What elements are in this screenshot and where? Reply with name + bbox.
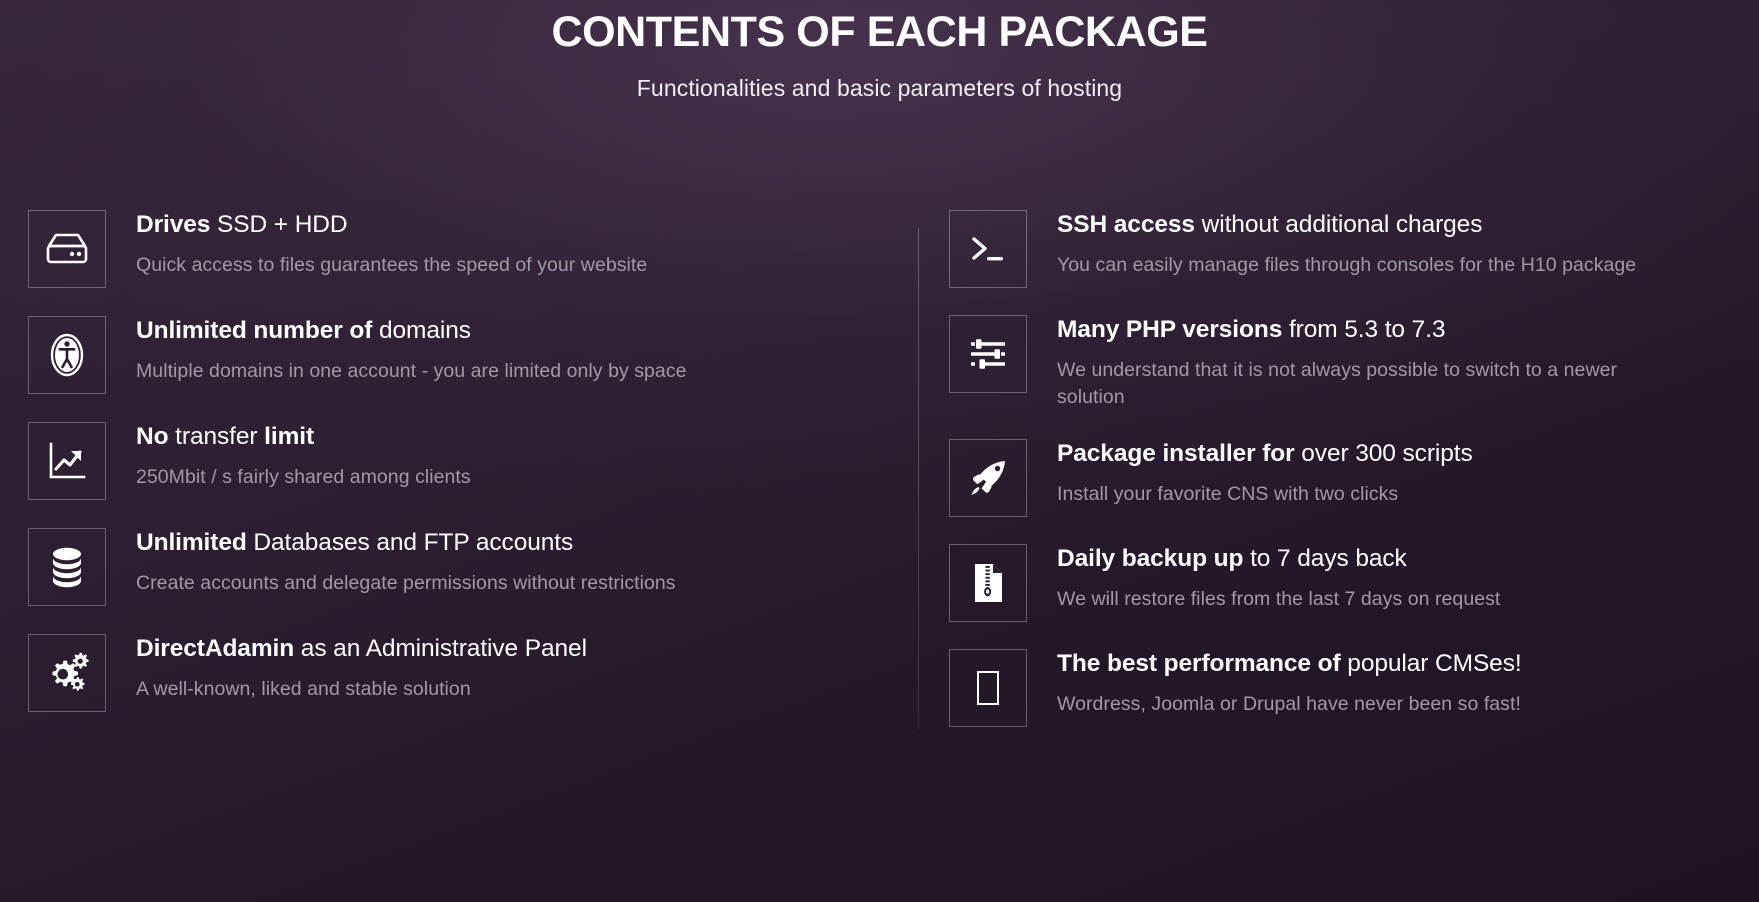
package-contents-page: CONTENTS OF EACH PACKAGE Functionalities… [0, 0, 1759, 902]
feature-title-rest: without additional charges [1194, 210, 1483, 238]
database-icon [28, 527, 106, 606]
feature-title: Drives SSD + HDD [136, 210, 647, 241]
feature-text: Unlimited Databases and FTP accounts Cre… [106, 524, 676, 598]
feature-title: DirectAdamin as an Administrative Panel [136, 634, 587, 665]
feature-ssh-access: SSH access without additional charges Yo… [949, 206, 1759, 288]
feature-description: Create accounts and delegate permissions… [136, 571, 676, 594]
feature-best-performance: The best performance of popular CMSes! W… [949, 645, 1759, 728]
hard-drive-icon [28, 209, 106, 288]
feature-title: SSH access without additional charges [1057, 210, 1636, 241]
feature-title-rest: as an Administrative Panel [294, 634, 587, 662]
feature-package-installer: Package installer for over 300 scripts I… [949, 435, 1759, 518]
feature-title-rest: to 7 days back [1243, 545, 1407, 573]
right-feature-column: SSH access without additional charges Yo… [905, 206, 1759, 750]
terminal-prompt-icon [949, 209, 1027, 288]
feature-databases-ftp: Unlimited Databases and FTP accounts Cre… [28, 524, 905, 606]
tofu-box [977, 671, 999, 706]
feature-description: You can easily manage files through cons… [1057, 253, 1637, 276]
feature-text: Daily backup up to 7 days back We will r… [1027, 540, 1500, 614]
feature-description: Multiple domains in one account - you ar… [136, 359, 687, 382]
feature-title-bold: No [136, 422, 169, 450]
feature-text: Unlimited number of domains Multiple dom… [106, 312, 687, 386]
feature-title: The best performance of popular CMSes! [1057, 649, 1522, 680]
feature-description: Install your favorite CNS with two click… [1057, 482, 1399, 505]
feature-title-bold-2: limit [264, 422, 315, 450]
feature-daily-backup: Daily backup up to 7 days back We will r… [949, 540, 1759, 623]
feature-title: No transfer limit [136, 422, 471, 453]
feature-directadmin-panel: DirectAdamin as an Administrative Panel … [28, 630, 905, 712]
feature-description: Wordress, Joomla or Drupal have never be… [1057, 692, 1521, 715]
feature-title-bold: Unlimited number of [136, 316, 373, 344]
feature-drives: Drives SSD + HDD Quick access to files g… [28, 206, 905, 288]
page-header: CONTENTS OF EACH PACKAGE Functionalities… [0, 0, 1759, 102]
feature-columns: Drives SSD + HDD Quick access to files g… [0, 206, 1759, 750]
accessibility-icon [28, 315, 106, 394]
zip-file-icon [949, 544, 1027, 623]
feature-title-bold: Many PHP versions [1057, 315, 1283, 343]
feature-text: No transfer limit 250Mbit / s fairly sha… [106, 418, 471, 492]
feature-description: Quick access to files guarantees the spe… [136, 253, 648, 276]
feature-description: 250Mbit / s fairly shared among clients [136, 465, 471, 488]
feature-title-bold: Drives [136, 210, 211, 238]
feature-description: We will restore files from the last 7 da… [1057, 587, 1501, 610]
feature-description: We understand that it is not always poss… [1057, 358, 1618, 409]
sliders-icon [949, 314, 1027, 393]
feature-text: Many PHP versions from 5.3 to 7.3 We und… [1027, 311, 1657, 412]
feature-title-bold: The best performance of [1057, 650, 1341, 678]
feature-title-rest: Databases and FTP accounts [246, 528, 574, 556]
feature-unlimited-domains: Unlimited number of domains Multiple dom… [28, 312, 905, 394]
feature-description: A well-known, liked and stable solution [136, 677, 471, 700]
feature-title: Unlimited number of domains [136, 316, 687, 347]
feature-text: Drives SSD + HDD Quick access to files g… [106, 206, 647, 280]
feature-title-bold: DirectAdamin [136, 634, 295, 662]
feature-text: DirectAdamin as an Administrative Panel … [106, 630, 587, 704]
feature-title: Daily backup up to 7 days back [1057, 544, 1500, 575]
page-title: CONTENTS OF EACH PACKAGE [551, 8, 1208, 56]
feature-title: Package installer for over 300 scripts [1057, 439, 1473, 470]
chart-growth-icon [28, 421, 106, 500]
feature-no-transfer-limit: No transfer limit 250Mbit / s fairly sha… [28, 418, 905, 500]
gears-icon [28, 633, 106, 712]
feature-title-rest: SSD + HDD [210, 210, 348, 238]
feature-title-rest: from 5.3 to 7.3 [1282, 315, 1446, 343]
feature-title: Many PHP versions from 5.3 to 7.3 [1057, 315, 1657, 346]
missing-glyph-icon [949, 649, 1027, 728]
feature-title-rest: domains [372, 316, 471, 344]
feature-text: Package installer for over 300 scripts I… [1027, 435, 1473, 509]
page-subtitle: Functionalities and basic parameters of … [636, 74, 1123, 101]
feature-title-rest: popular CMSes! [1340, 650, 1522, 678]
feature-title-rest: over 300 scripts [1294, 440, 1473, 468]
feature-title-bold: SSH access [1057, 210, 1195, 238]
feature-text: The best performance of popular CMSes! W… [1027, 645, 1522, 719]
feature-title-bold: Daily backup up [1057, 545, 1244, 573]
left-feature-column: Drives SSD + HDD Quick access to files g… [0, 206, 905, 750]
feature-title-bold: Package installer for [1057, 440, 1295, 468]
feature-title-bold: Unlimited [136, 528, 247, 556]
feature-php-versions: Many PHP versions from 5.3 to 7.3 We und… [949, 311, 1759, 412]
feature-title: Unlimited Databases and FTP accounts [136, 528, 676, 559]
feature-title-mid: transfer [168, 422, 265, 450]
rocket-icon [949, 439, 1027, 518]
feature-text: SSH access without additional charges Yo… [1027, 206, 1636, 280]
